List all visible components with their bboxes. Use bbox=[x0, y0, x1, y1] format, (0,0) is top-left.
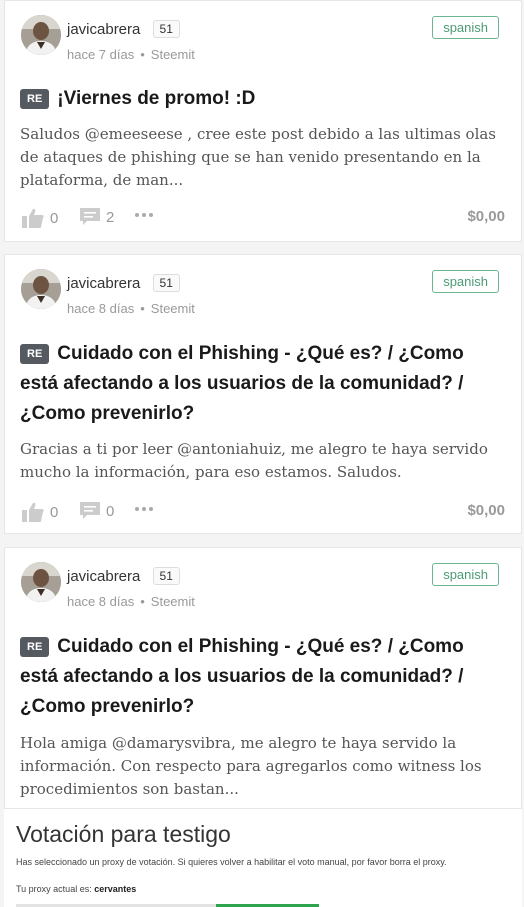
thumbs-up-icon bbox=[22, 208, 44, 228]
post-meta: hace 7 días • Steemit bbox=[67, 47, 195, 62]
proxy-value: cervantes bbox=[94, 884, 137, 894]
reply-badge: RE bbox=[20, 637, 50, 657]
post-meta: hace 8 días • Steemit bbox=[67, 301, 195, 316]
post-title[interactable]: RE Cuidado con el Phishing - ¿Qué es? / ¿… bbox=[20, 632, 501, 722]
comment-icon bbox=[80, 502, 100, 520]
post-actions: 0 0 $0,00 bbox=[22, 502, 505, 524]
vote-count: 0 bbox=[50, 209, 59, 227]
reply-badge: RE bbox=[20, 89, 50, 109]
post-card: javicabrera 51 hace 7 días • Steemit spani… bbox=[4, 0, 522, 242]
reputation-badge: 51 bbox=[152, 20, 180, 38]
separator-dot: • bbox=[140, 301, 145, 316]
upvote-button[interactable]: 0 bbox=[22, 502, 58, 522]
comment-count: 0 bbox=[106, 502, 115, 520]
proxy-label: Tu proxy actual es: bbox=[16, 884, 92, 894]
separator-dot: • bbox=[140, 47, 145, 62]
avatar[interactable] bbox=[21, 15, 61, 55]
more-icon bbox=[134, 212, 154, 218]
separator-dot: • bbox=[140, 594, 145, 609]
post-title[interactable]: RE ¡Viernes de promo! :D bbox=[20, 84, 501, 114]
author-name[interactable]: javicabrera bbox=[67, 275, 140, 292]
comment-count: 2 bbox=[106, 208, 115, 226]
more-button[interactable] bbox=[134, 212, 154, 218]
post-time[interactable]: hace 7 días bbox=[67, 47, 134, 62]
current-proxy: Tu proxy actual es: cervantes bbox=[16, 884, 136, 894]
tag-badge[interactable]: spanish bbox=[432, 563, 499, 586]
post-title[interactable]: RE Cuidado con el Phishing - ¿Qué es? / ¿… bbox=[20, 339, 501, 429]
comment-icon bbox=[80, 208, 100, 226]
payout-amount[interactable]: $0,00 bbox=[467, 208, 505, 225]
post-card: javicabrera 51 hace 8 días • Steemit spani… bbox=[4, 547, 522, 809]
comments-button[interactable]: 0 bbox=[80, 502, 114, 520]
post-source: Steemit bbox=[150, 47, 195, 62]
post-meta: hace 8 días • Steemit bbox=[67, 594, 195, 609]
thumbs-up-icon bbox=[22, 502, 44, 522]
post-source: Steemit bbox=[150, 594, 195, 609]
author-line: javicabrera 51 bbox=[67, 20, 180, 39]
post-actions: 0 2 $0,00 bbox=[22, 208, 505, 230]
post-excerpt[interactable]: Saludos @emeeseese , cree este post debi… bbox=[20, 123, 507, 192]
reputation-badge: 51 bbox=[152, 274, 180, 292]
reputation-badge: 51 bbox=[152, 567, 180, 585]
post-excerpt[interactable]: Hola amiga @damarysvibra, me alegro te h… bbox=[20, 732, 507, 801]
more-icon bbox=[134, 506, 154, 512]
post-time[interactable]: hace 8 días bbox=[67, 594, 134, 609]
vote-count: 0 bbox=[50, 503, 59, 521]
comments-button[interactable]: 2 bbox=[80, 208, 114, 226]
tag-badge[interactable]: spanish bbox=[432, 16, 499, 39]
avatar[interactable] bbox=[21, 562, 61, 602]
more-button[interactable] bbox=[134, 506, 154, 512]
post-card: javicabrera 51 hace 8 días • Steemit spani… bbox=[4, 254, 522, 534]
post-title-text[interactable]: Cuidado con el Phishing - ¿Qué es? / ¿Co… bbox=[20, 636, 464, 717]
post-source: Steemit bbox=[150, 301, 195, 316]
post-title-text[interactable]: Cuidado con el Phishing - ¿Qué es? / ¿Co… bbox=[20, 343, 464, 424]
author-line: javicabrera 51 bbox=[67, 567, 180, 586]
author-name[interactable]: javicabrera bbox=[67, 568, 140, 585]
payout-amount[interactable]: $0,00 bbox=[467, 502, 505, 519]
author-name[interactable]: javicabrera bbox=[67, 21, 140, 38]
witness-title: Votación para testigo bbox=[16, 821, 231, 847]
post-title-text[interactable]: ¡Viernes de promo! :D bbox=[57, 88, 255, 109]
avatar[interactable] bbox=[21, 269, 61, 309]
post-excerpt[interactable]: Gracias a ti por leer @antoniahuiz, me a… bbox=[20, 438, 507, 484]
upvote-button[interactable]: 0 bbox=[22, 208, 58, 228]
reply-badge: RE bbox=[20, 344, 50, 364]
witness-description: Has seleccionado un proxy de votación. S… bbox=[16, 857, 447, 867]
post-time[interactable]: hace 8 días bbox=[67, 301, 134, 316]
witness-voting-panel: Votación para testigo Has seleccionado u… bbox=[4, 808, 522, 907]
author-line: javicabrera 51 bbox=[67, 274, 180, 293]
tag-badge[interactable]: spanish bbox=[432, 270, 499, 293]
